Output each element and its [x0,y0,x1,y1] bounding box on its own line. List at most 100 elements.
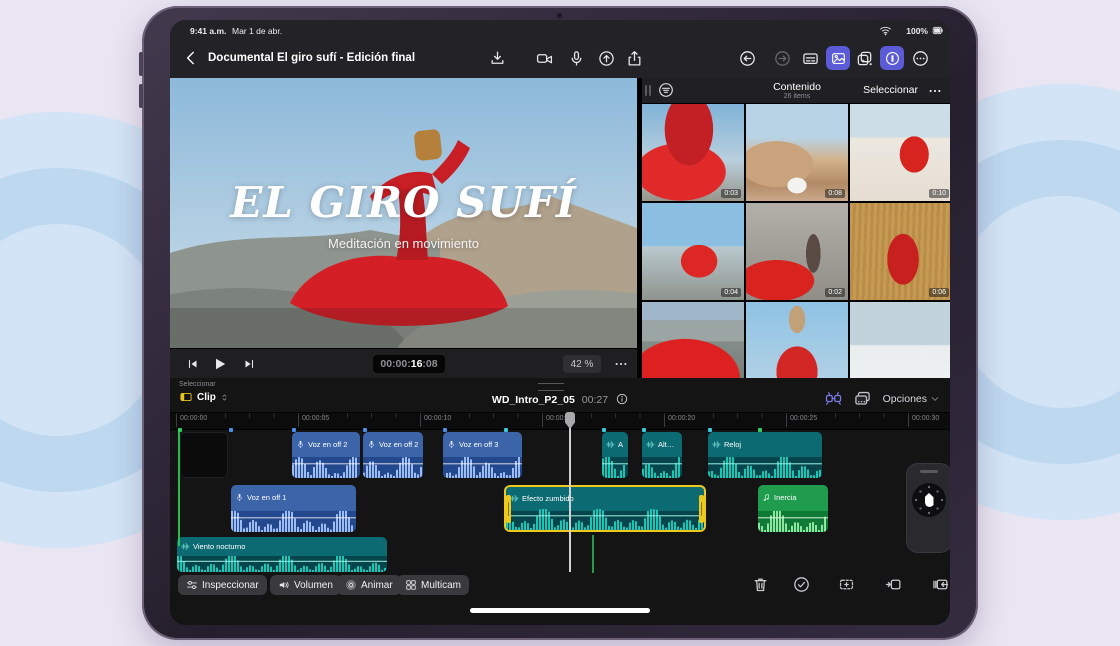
media-thumbnail[interactable] [746,302,848,378]
timecode-display: 00:00:16:08 [373,355,445,373]
microphone-icon[interactable] [568,50,585,67]
waveform-icon [181,542,190,551]
clip-waveform [708,457,822,478]
clip-waveform [292,457,360,478]
play-icon[interactable] [212,356,228,372]
import-icon[interactable] [489,50,506,67]
clip-duration-badge: 0:02 [825,288,845,297]
overwrite-clip-icon[interactable] [932,576,949,593]
viewer-zoom-level[interactable]: 42 % [563,355,601,373]
media-thumbnail[interactable]: 0:03 [642,104,744,201]
back-button[interactable] [182,49,200,67]
record-voiceover-icon[interactable] [598,50,615,67]
timeline-clip[interactable]: Inercia [758,485,828,532]
project-title: Documental El giro sufí - Edición final [208,52,415,64]
trim-handle-right[interactable] [699,495,704,523]
approve-icon[interactable] [793,576,810,593]
timeline-clip[interactable]: Voz en off 2 [363,432,423,478]
clip-label: Reloj [724,440,741,449]
redo-icon[interactable] [774,50,791,67]
inspector-icon [186,579,198,591]
undo-icon[interactable] [739,50,756,67]
jog-mode-button[interactable] [880,46,904,70]
share-icon[interactable] [626,50,643,67]
media-thumbnail[interactable] [642,302,744,378]
clip-edge-marker [178,430,180,546]
speaker-icon [278,579,290,591]
clip-waveform [506,511,704,530]
media-thumbnail[interactable]: 0:02 [746,203,848,300]
skip-back-icon[interactable] [186,357,200,371]
media-browser-button[interactable] [826,46,850,70]
waveform-icon [712,440,721,449]
media-thumbnail[interactable]: 0:10 [850,104,950,201]
clip-label: Voz en off 3 [459,440,498,449]
clip-label: Voz en off 1 [247,493,286,502]
timeline-clip[interactable]: Altu… [642,432,682,478]
viewer-title-text: EL GIRO SUFÍ [170,178,637,227]
clip-waveform [602,457,628,478]
browser-more-icon[interactable] [928,84,942,98]
clip-duration-badge: 0:03 [721,189,741,198]
clip-waveform [642,457,682,478]
clip-label: A… [618,440,624,449]
timeline-footer: Inspeccionar Volumen Animar Multicam [170,572,950,600]
volume-up-button [139,52,143,76]
playhead-line [569,412,571,572]
photo-icon [831,51,846,66]
trim-handle-left[interactable] [506,495,511,523]
viewer-more-icon[interactable] [614,357,628,371]
multicam-button[interactable]: Multicam [397,575,469,595]
clip-waveform [231,511,356,532]
jog-wheel-widget[interactable] [906,463,950,553]
jog-pointer [925,493,934,507]
status-date: Mar 1 de abr. [232,26,282,36]
camera-icon[interactable] [536,50,553,67]
media-thumbnail[interactable]: 0:08 [746,104,848,201]
delete-icon[interactable] [752,576,769,593]
clip-waveform [177,556,387,572]
clip-label: Altu… [658,440,678,449]
media-browser-panel: Contenido 26 items Seleccionar 0:030:080… [640,78,950,378]
insert-clip-icon[interactable] [885,576,902,593]
timeline-clip[interactable]: Voz en off 2 [292,432,360,478]
media-thumbnail[interactable] [850,302,950,378]
timeline-clip[interactable]: Voz en off 3 [443,432,522,478]
inspect-button[interactable]: Inspeccionar [178,575,267,595]
clip-label: Efecto zumbido [522,494,574,503]
clip-waveform [363,457,423,478]
video-viewer: EL GIRO SUFÍ Meditación en movimiento [170,78,637,348]
wifi-icon [879,24,892,37]
clip-label: Viento nocturno [193,542,245,551]
timeline-clip[interactable] [180,432,228,478]
jog-dial[interactable] [912,483,946,517]
timeline-clip[interactable]: A… [602,432,628,478]
timeline-clip[interactable]: Viento nocturno [177,537,387,572]
volume-button[interactable]: Volumen [270,575,341,595]
timeline-clip[interactable]: Efecto zumbido [504,485,706,532]
clip-label: Voz en off 2 [308,440,347,449]
clip-label: Inercia [774,493,797,502]
waveform-icon [606,440,615,449]
animate-button[interactable]: Animar [337,575,401,595]
more-options-icon[interactable] [912,50,929,67]
browser-header: Contenido 26 items Seleccionar [642,78,950,104]
timeline-clip[interactable]: Reloj [708,432,822,478]
titles-icon[interactable] [802,50,819,67]
front-camera [556,12,563,19]
battery-icon [930,25,946,36]
home-indicator[interactable] [470,608,650,613]
waveform-icon [646,440,655,449]
timeline-clip[interactable]: Voz en off 1 [231,485,356,532]
skip-forward-icon[interactable] [242,357,256,371]
media-thumbnail[interactable]: 0:04 [642,203,744,300]
microphone-icon [367,440,376,449]
select-button[interactable]: Seleccionar [863,84,918,96]
animate-rings-icon [345,579,357,591]
jog-handle[interactable] [920,470,938,473]
effects-icon[interactable] [856,50,873,67]
media-thumbnail[interactable]: 0:06 [850,203,950,300]
page-background: 9:41 a.m. Mar 1 de abr. 100% Documental … [0,0,1120,646]
connect-clip-icon[interactable] [838,576,855,593]
volume-down-button [139,84,143,108]
